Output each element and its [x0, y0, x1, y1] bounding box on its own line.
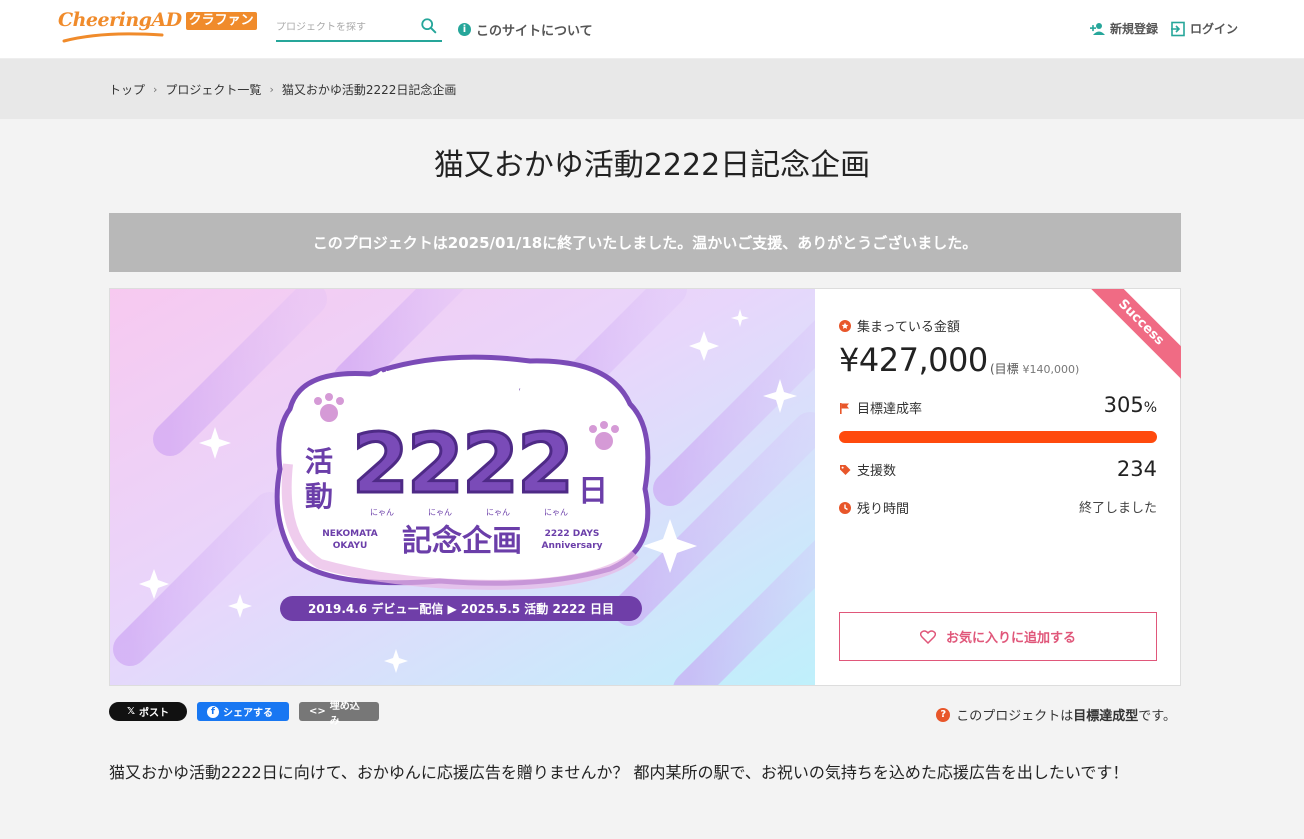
search-icon[interactable]	[420, 17, 438, 35]
logo-text: CheeringAD	[58, 9, 182, 31]
raised-amount: ¥427,000	[839, 341, 988, 379]
type-note-text: このプロジェクトは目標達成型です。	[956, 705, 1176, 724]
hero-days-en-2: Anniversary	[541, 541, 602, 551]
ended-banner: このプロジェクトは2025/01/18に終了いたしました。温かいご支援、ありがと…	[109, 213, 1181, 272]
supporters-value: 234	[1116, 457, 1157, 481]
auth-nav: 新規登録 ログイン	[1089, 20, 1238, 37]
project-hero-image: 猫又おかゆ 活 動 2222 日 にゃん にゃん にゃん にゃん NEKOMAT…	[110, 289, 815, 685]
heart-icon	[919, 629, 936, 644]
hero-illustration: 猫又おかゆ 活 動 2222 日 にゃん にゃん にゃん にゃん NEKOMAT…	[110, 289, 815, 685]
goal-amount: ¥140,000)	[1022, 363, 1080, 376]
goal-text: (目標 ¥140,000)	[990, 360, 1079, 377]
breadcrumb-band: トップ › プロジェクト一覧 › 猫又おかゆ活動2222日記念企画	[0, 59, 1304, 119]
x-logo-icon: 𝕏	[126, 706, 136, 717]
achievement-label-row: 目標達成率	[839, 398, 922, 417]
success-ribbon: Success	[1076, 289, 1181, 388]
hero-nyan-3: にゃん	[486, 508, 510, 517]
project-card: 猫又おかゆ 活 動 2222 日 にゃん にゃん にゃん にゃん NEKOMAT…	[109, 288, 1181, 686]
remaining-value: 終了しました	[1078, 501, 1157, 516]
hero-name-en-1: NEKOMATA	[322, 529, 378, 539]
site-header: CheeringAD クラファン i このサイトについて 新規登録	[0, 0, 1304, 59]
embed-label: 埋め込み	[329, 700, 360, 727]
hero-timeline: 2019.4.6 デビュー配信 ▶ 2025.5.5 活動 2222 日目	[308, 601, 614, 616]
coin-icon	[839, 319, 851, 332]
supporters-label-row: 支援数	[839, 460, 896, 479]
remaining-label: 残り時間	[857, 502, 910, 517]
achievement-unit: %	[1143, 400, 1157, 416]
login-link[interactable]: ログイン	[1170, 20, 1238, 37]
project-type: 目標達成型	[1073, 709, 1139, 724]
hero-nyan-4: にゃん	[544, 508, 568, 517]
hero-days-en-1: 2222 DAYS	[545, 529, 600, 539]
hero-name-en-2: OKAYU	[333, 541, 368, 551]
logo-badge: クラファン	[185, 12, 257, 30]
facebook-share-label: シェアする	[223, 708, 273, 719]
share-buttons: 𝕏 ポスト f シェアする <> 埋め込み	[109, 701, 379, 727]
register-label: 新規登録	[1109, 22, 1158, 36]
achievement-number: 305	[1103, 393, 1144, 417]
goal-prefix: (目標	[990, 362, 1019, 376]
hero-nyan-2: にゃん	[428, 508, 452, 517]
search-input[interactable]	[276, 21, 416, 33]
achievement-value: 305%	[1104, 393, 1157, 417]
breadcrumb-home[interactable]: トップ	[109, 81, 145, 98]
tag-icon	[840, 464, 851, 475]
breadcrumb: トップ › プロジェクト一覧 › 猫又おかゆ活動2222日記念企画	[109, 81, 456, 98]
hero-kinen: 記念企画	[402, 524, 522, 559]
type-note-suffix: です。	[1138, 709, 1176, 724]
clock-icon	[839, 501, 851, 514]
about-label: このサイトについて	[476, 24, 593, 39]
login-icon	[1170, 21, 1185, 36]
add-user-icon	[1089, 22, 1105, 35]
chevron-right-icon: ›	[269, 83, 274, 96]
site-logo[interactable]: CheeringAD クラファン	[58, 9, 257, 45]
help-icon[interactable]: ?	[936, 707, 951, 722]
progress-bar	[839, 431, 1157, 443]
facebook-icon: f	[207, 705, 219, 718]
project-type-note: ? このプロジェクトは目標達成型です。	[936, 705, 1176, 724]
add-favorite-label: お気に入りに追加する	[945, 631, 1076, 646]
hero-nyan-1: にゃん	[370, 508, 394, 517]
code-icon: <>	[309, 706, 326, 717]
hero-side-text-2: 動	[305, 480, 333, 513]
add-favorite-button[interactable]: お気に入りに追加する	[839, 612, 1157, 661]
remaining-label-row: 残り時間	[839, 498, 909, 517]
login-label: ログイン	[1189, 22, 1238, 36]
type-note-prefix: このプロジェクトは	[956, 709, 1074, 724]
about-link[interactable]: i このサイトについて	[458, 20, 593, 39]
breadcrumb-projects[interactable]: プロジェクト一覧	[165, 81, 261, 98]
search-bar	[276, 14, 442, 42]
hero-side-text-1: 活	[305, 445, 333, 478]
funding-stats: Success 集まっている金額 ¥427,000 (目標 ¥140,000) …	[815, 289, 1181, 685]
hero-big-number: 2222	[352, 417, 572, 512]
supporters-label: 支援数	[857, 464, 897, 479]
x-post-button[interactable]: 𝕏 ポスト	[109, 702, 187, 721]
flag-icon	[840, 402, 849, 414]
register-link[interactable]: 新規登録	[1089, 20, 1158, 37]
chevron-right-icon: ›	[153, 83, 158, 96]
breadcrumb-current: 猫又おかゆ活動2222日記念企画	[281, 83, 457, 97]
facebook-share-button[interactable]: f シェアする	[197, 702, 289, 721]
x-post-label: ポスト	[139, 708, 170, 719]
page-title: 猫又おかゆ活動2222日記念企画	[433, 148, 871, 183]
hero-top-title: 猫又おかゆ	[377, 370, 547, 410]
logo-swoosh-icon	[62, 32, 164, 43]
achievement-label: 目標達成率	[857, 402, 923, 417]
project-description: 猫又おかゆ活動2222日に向けて、おかゆんに応援広告を贈りませんか？ 都内某所の…	[109, 763, 1129, 782]
raised-label-row: 集まっている金額	[839, 316, 960, 335]
hero-day-char: 日	[578, 474, 608, 509]
info-icon: i	[458, 23, 471, 36]
embed-button[interactable]: <> 埋め込み	[299, 701, 379, 727]
raised-label: 集まっている金額	[857, 320, 960, 335]
